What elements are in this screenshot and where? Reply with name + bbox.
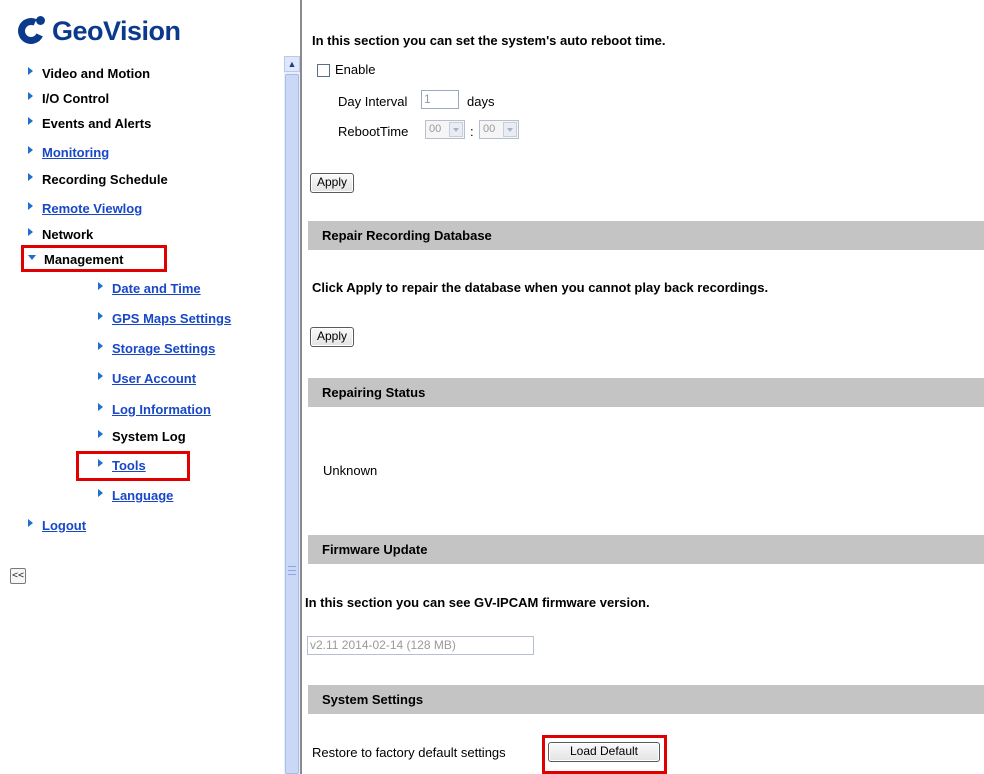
user-account-link[interactable]: User Account [112,371,196,386]
arrow-right-icon [98,281,103,290]
days-label: days [467,94,495,109]
arrow-right-icon [28,116,33,125]
arrow-right-icon [28,145,33,154]
chevron-down-icon [449,122,463,137]
arrow-right-icon [98,402,103,411]
scroll-up-arrow-icon[interactable]: ▲ [284,56,300,72]
enable-checkbox[interactable] [317,64,330,77]
reboot-minute-select[interactable]: 00 [479,120,519,139]
sidebar-item-logout[interactable]: Logout [28,518,86,533]
remote-viewlog-link[interactable]: Remote Viewlog [42,201,142,216]
day-interval-label: Day Interval [338,94,408,109]
reboot-hour-value: 00 [429,123,442,135]
language-link[interactable]: Language [112,488,173,503]
repair-apply-button[interactable]: Apply [310,327,354,347]
system-settings-section-header: System Settings [308,685,984,714]
sidebar-item-recording-schedule[interactable]: Recording Schedule [28,172,168,187]
reboot-hour-select[interactable]: 00 [425,120,465,139]
sidebar-subitem-gps-maps-settings[interactable]: GPS Maps Settings [98,311,231,326]
chevron-down-icon [503,122,517,137]
arrow-right-icon [28,201,33,210]
firmware-update-section-header: Firmware Update [308,535,984,564]
arrow-right-icon [28,227,33,236]
arrow-right-icon [28,518,33,527]
sidebar-subitem-language[interactable]: Language [98,488,173,503]
logout-link[interactable]: Logout [42,518,86,533]
arrow-right-icon [98,371,103,380]
arrow-right-icon [98,311,103,320]
firmware-text: In this section you can see GV-IPCAM fir… [305,595,650,610]
enable-label: Enable [335,62,376,77]
arrow-right-icon [98,341,103,350]
management-highlight-box [21,245,167,272]
sidebar-item-io-control[interactable]: I/O Control [28,91,109,106]
date-and-time-link[interactable]: Date and Time [112,281,201,296]
time-separator: : [470,124,474,139]
main-content: In this section you can set the system's… [304,0,984,774]
brand-name: GeoVision [52,15,181,46]
frame-divider [300,0,302,774]
sidebar-subitem-log-information[interactable]: Log Information [98,402,211,417]
reboot-intro-text: In this section you can set the system's… [312,33,666,48]
sidebar-item-video-and-motion[interactable]: Video and Motion [28,66,150,81]
arrow-right-icon [28,66,33,75]
sidebar-subitem-label: System Log [112,429,186,444]
scrollbar-thumb[interactable] [285,74,299,774]
repairing-status-value: Unknown [323,463,378,478]
repair-database-text: Click Apply to repair the database when … [312,280,769,295]
repairing-status-section-header: Repairing Status [308,378,984,407]
reboot-time-label: RebootTime [338,124,409,139]
sidebar-item-label: Recording Schedule [42,172,168,187]
reboot-minute-value: 00 [483,123,496,135]
collapse-sidebar-button[interactable]: << [10,568,26,584]
gps-maps-settings-link[interactable]: GPS Maps Settings [112,311,231,326]
tools-highlight-box [76,451,190,481]
sidebar-item-label: Events and Alerts [42,116,152,131]
day-interval-input[interactable]: 1 [421,90,459,109]
sidebar-item-monitoring[interactable]: Monitoring [28,145,109,160]
arrow-right-icon [98,429,103,438]
sidebar-subitem-system-log[interactable]: System Log [98,429,186,444]
sidebar-subitem-user-account[interactable]: User Account [98,371,196,386]
sidebar-item-events-and-alerts[interactable]: Events and Alerts [28,116,151,131]
firmware-version-field: v2.11 2014-02-14 (128 MB) [307,636,534,655]
sidebar-item-label: Video and Motion [42,66,151,81]
sidebar-item-label: I/O Control [42,91,110,106]
sidebar-item-label: Network [42,227,94,242]
sidebar-item-remote-viewlog[interactable]: Remote Viewlog [28,201,142,216]
reboot-apply-button[interactable]: Apply [310,173,354,193]
monitoring-link[interactable]: Monitoring [42,145,109,160]
storage-settings-link[interactable]: Storage Settings [112,341,215,356]
logo-icon [14,14,48,48]
geovision-logo: GeoVision [14,14,181,48]
load-default-highlight-box [542,735,667,774]
scrollbar-grip-icon [288,566,296,575]
repair-database-section-header: Repair Recording Database [308,221,984,250]
sidebar-subitem-storage-settings[interactable]: Storage Settings [98,341,215,356]
arrow-right-icon [28,172,33,181]
restore-factory-label: Restore to factory default settings [312,745,506,760]
arrow-right-icon [98,488,103,497]
log-information-link[interactable]: Log Information [112,402,211,417]
sidebar: GeoVision Video and Motion I/O Control E… [0,0,285,774]
sidebar-item-network[interactable]: Network [28,227,93,242]
sidebar-subitem-date-and-time[interactable]: Date and Time [98,281,201,296]
arrow-right-icon [28,91,33,100]
